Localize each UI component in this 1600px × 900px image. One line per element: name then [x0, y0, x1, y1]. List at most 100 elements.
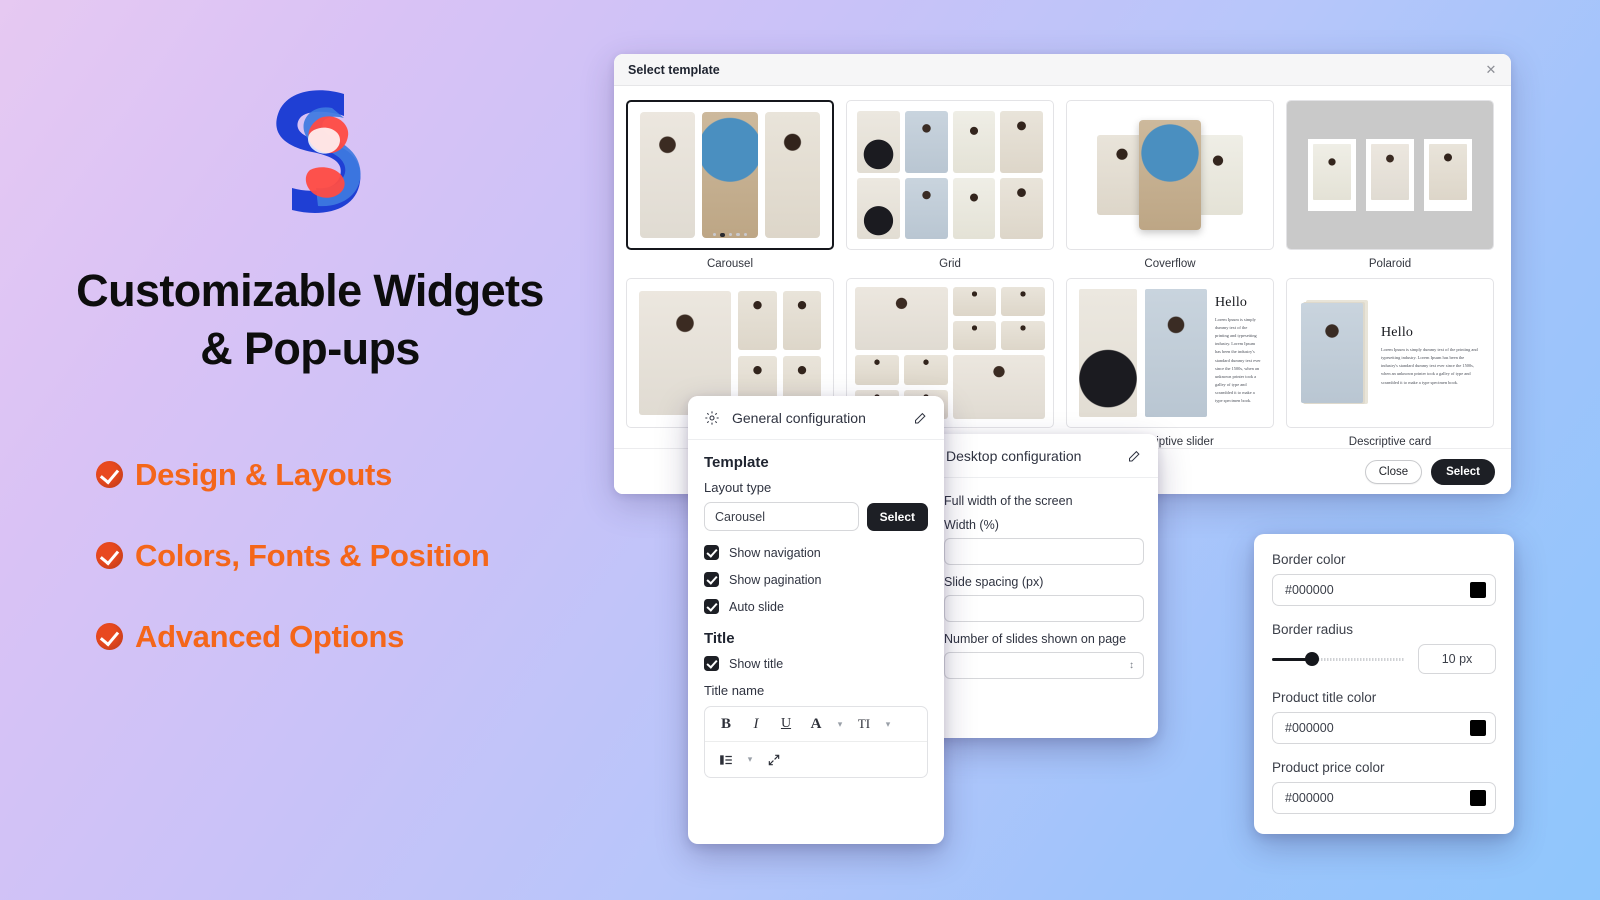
chevron-down-icon[interactable]: ▾ — [833, 719, 847, 730]
rich-text-editor: B I U A ▾ TI ▾ ▾ — [704, 706, 928, 778]
checkbox-icon[interactable] — [704, 656, 719, 671]
template-thumbnail[interactable]: Hello Lorem Ipsum is simply dummy text o… — [1066, 277, 1274, 428]
pencil-icon[interactable] — [1127, 448, 1142, 463]
template-row: Carousel Grid Coverflow Polaroid — [626, 100, 1499, 272]
check-icon — [96, 623, 123, 650]
checkbox-label: Show navigation — [729, 545, 821, 560]
thumb-art-descriptive-card: Hello Lorem Ipsum is simply dummy text o… — [1301, 291, 1479, 415]
checkbox-show-pagination[interactable]: Show pagination — [704, 572, 928, 587]
template-option-descriptive-slider[interactable]: Hello Lorem Ipsum is simply dummy text o… — [1066, 277, 1274, 450]
color-swatch[interactable] — [1470, 582, 1486, 598]
page-title: Customizable Widgets & Pop-ups — [0, 262, 620, 377]
border-radius-value[interactable]: 10 px — [1418, 644, 1496, 674]
chevron-down-icon[interactable]: ▾ — [881, 719, 895, 730]
close-icon[interactable]: ✕ — [1483, 62, 1499, 78]
template-thumbnail[interactable] — [846, 100, 1054, 250]
app-logo — [248, 78, 378, 218]
general-configuration-panel: General configuration Template Layout ty… — [688, 396, 944, 844]
italic-icon[interactable]: I — [743, 711, 769, 737]
full-width-label: Full width of the screen — [944, 494, 1073, 508]
feature-list: Design & Layouts Colors, Fonts & Positio… — [96, 434, 616, 677]
border-color-label: Border color — [1272, 552, 1346, 567]
checkbox-label: Show title — [729, 656, 784, 671]
checkbox-auto-slide[interactable]: Auto slide — [704, 599, 928, 614]
template-thumbnail[interactable] — [626, 100, 834, 250]
border-color-value: #000000 — [1285, 583, 1334, 597]
template-label: Grid — [939, 258, 961, 270]
panel-body: Template Layout type Carousel Select Sho… — [688, 440, 944, 778]
thumb-heading: Hello — [1381, 324, 1414, 340]
underline-icon[interactable]: U — [773, 711, 799, 737]
promo-panel: Customizable Widgets & Pop-ups Design & … — [0, 0, 620, 900]
template-thumbnail[interactable] — [1066, 100, 1274, 250]
editor-toolbar-row-2: ▾ — [705, 742, 927, 777]
thumb-body-text: Lorem Ipsum is simply dummy text of the … — [1381, 346, 1478, 385]
color-swatch[interactable] — [1470, 720, 1486, 736]
width-percent-label: Width (%) — [944, 518, 999, 532]
pencil-icon[interactable] — [913, 410, 928, 425]
checkbox-icon[interactable] — [704, 572, 719, 587]
product-price-color-label: Product price color — [1272, 760, 1385, 775]
font-size-icon[interactable]: TI — [851, 711, 877, 737]
chevron-down-icon[interactable]: ▾ — [743, 754, 757, 765]
slider-knob[interactable] — [1305, 652, 1319, 666]
template-option-polaroid[interactable]: Polaroid — [1286, 100, 1494, 272]
thumb-art-grid — [857, 111, 1043, 239]
product-price-color-value: #000000 — [1285, 791, 1334, 805]
thumb-art-polaroid — [1287, 101, 1493, 249]
panel-body: Full width of the screen Width (%) Slide… — [930, 478, 1158, 679]
template-thumbnail[interactable]: Hello Lorem Ipsum is simply dummy text o… — [1286, 277, 1494, 428]
template-option-carousel[interactable]: Carousel — [626, 100, 834, 272]
feature-item: Design & Layouts — [96, 434, 616, 515]
slides-shown-label: Number of slides shown on page — [944, 632, 1127, 646]
page-title-line-2: & Pop-ups — [200, 322, 420, 374]
panel-title: General configuration — [732, 409, 866, 426]
fullscreen-icon[interactable] — [761, 747, 787, 773]
template-thumbnail[interactable] — [1286, 100, 1494, 250]
feature-item: Colors, Fonts & Position — [96, 515, 616, 596]
check-icon — [96, 542, 123, 569]
template-label: Polaroid — [1368, 258, 1412, 270]
checkbox-icon[interactable] — [704, 545, 719, 560]
thumb-art-descriptive-slider: Hello Lorem Ipsum is simply dummy text o… — [1079, 288, 1261, 417]
bold-icon[interactable]: B — [713, 711, 739, 737]
border-radius-row: 10 px — [1272, 644, 1496, 674]
product-title-color-label: Product title color — [1272, 690, 1377, 705]
checkbox-show-navigation[interactable]: Show navigation — [704, 545, 928, 560]
thumb-art-coverflow — [1067, 101, 1273, 249]
template-label: Coverflow — [1144, 258, 1196, 270]
product-title-color-field[interactable]: #000000 — [1272, 712, 1496, 744]
template-option-coverflow[interactable]: Coverflow — [1066, 100, 1274, 272]
panel-header: General configuration — [688, 396, 944, 440]
slides-shown-stepper[interactable]: ↕ — [944, 652, 1144, 679]
gear-icon — [704, 410, 720, 426]
product-price-color-field[interactable]: #000000 — [1272, 782, 1496, 814]
thumb-art-carousel — [640, 112, 820, 238]
panel-header: Desktop configuration — [930, 434, 1158, 478]
template-option-grid[interactable]: Grid — [846, 100, 1054, 272]
feature-label: Advanced Options — [135, 618, 405, 654]
layout-select-button[interactable]: Select — [866, 502, 928, 531]
product-title-color-value: #000000 — [1285, 721, 1334, 735]
color-swatch[interactable] — [1470, 790, 1486, 806]
style-configuration-panel: Border color #000000 Border radius 10 px… — [1254, 534, 1514, 834]
check-icon — [96, 461, 123, 488]
template-option-descriptive-card[interactable]: Hello Lorem Ipsum is simply dummy text o… — [1286, 277, 1494, 450]
width-percent-input[interactable] — [944, 538, 1144, 565]
feature-item: Advanced Options — [96, 596, 616, 677]
border-radius-slider[interactable] — [1272, 650, 1404, 668]
select-button[interactable]: Select — [1431, 458, 1495, 485]
title-name-label: Title name — [704, 683, 765, 698]
list-icon[interactable] — [713, 747, 739, 773]
checkbox-icon[interactable] — [704, 599, 719, 614]
border-color-field[interactable]: #000000 — [1272, 574, 1496, 606]
close-button[interactable]: Close — [1364, 459, 1423, 484]
section-heading-template: Template — [704, 454, 769, 471]
font-color-icon[interactable]: A — [803, 711, 829, 737]
layout-type-input[interactable]: Carousel — [704, 502, 859, 531]
dialog-title: Select template — [628, 62, 720, 77]
slide-spacing-input[interactable] — [944, 595, 1144, 622]
checkbox-label: Auto slide — [729, 599, 784, 614]
checkbox-show-title[interactable]: Show title — [704, 656, 928, 671]
feature-label: Colors, Fonts & Position — [135, 537, 490, 573]
